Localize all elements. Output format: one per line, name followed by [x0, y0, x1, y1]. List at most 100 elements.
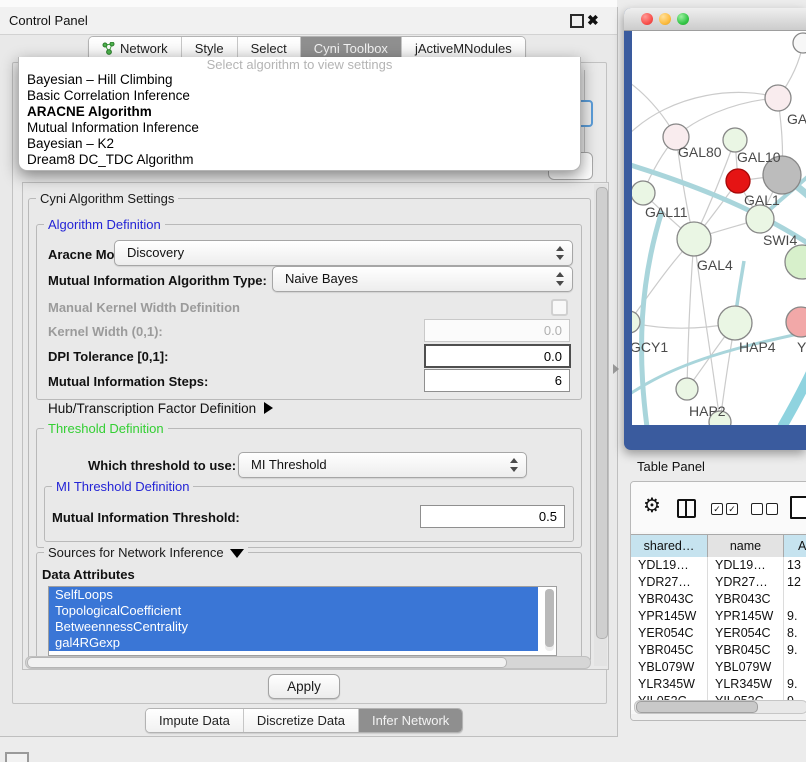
mi-steps-field[interactable]: 6 — [424, 369, 570, 392]
cell: 9. — [784, 608, 806, 625]
cell: 9. — [784, 642, 806, 659]
minimize-traffic-light[interactable] — [659, 13, 671, 25]
tab-label: Style — [195, 41, 224, 56]
node-gal4[interactable] — [677, 222, 711, 256]
node-gal1[interactable] — [746, 205, 774, 233]
cell: YDR27… — [708, 574, 784, 591]
table-row[interactable]: YDR27… YDR27… 12 — [631, 574, 806, 591]
node-hap4[interactable] — [718, 306, 752, 340]
group-title-threshold: Threshold Definition — [44, 421, 168, 436]
tab-infer-network[interactable]: Infer Network — [358, 709, 462, 732]
table-row[interactable]: YDL19… YDL19… 13 — [631, 557, 806, 574]
list-scrollbar-thumb[interactable] — [545, 589, 554, 647]
tab-label: Discretize Data — [257, 713, 345, 728]
cell: YDL19… — [631, 557, 708, 574]
network-graph[interactable]: GAL80 GAL10 GAL1 GAL11 GAL4 SWI4 GCY1 HA… — [632, 31, 806, 425]
sources-toggle[interactable]: Sources for Network Inference — [44, 545, 248, 560]
attributes-list[interactable]: SelfLoops TopologicalCoefficient Between… — [48, 586, 557, 656]
manual-kernel-checkbox[interactable] — [551, 299, 568, 316]
column-header-name[interactable]: name — [708, 535, 784, 557]
node-gal11[interactable] — [632, 181, 655, 205]
close-icon[interactable]: ✖ — [587, 11, 599, 29]
tab-label: Impute Data — [159, 713, 230, 728]
settings-scrollbar-thumb[interactable] — [596, 187, 608, 639]
which-threshold-label: Which threshold to use: — [88, 458, 236, 473]
popup-item[interactable]: Dream8 DC_TDC Algorithm — [19, 152, 580, 168]
algorithm-dropdown-popup: Select algorithm to view settings Bayesi… — [18, 57, 581, 171]
settings-hscrollbar-track[interactable] — [25, 656, 591, 669]
cell: YLR345W — [708, 676, 784, 693]
node-gal7[interactable] — [765, 85, 791, 111]
select-all-checkbox-icon[interactable]: ✓ — [711, 503, 723, 515]
network-view-window: GAL80 GAL10 GAL1 GAL11 GAL4 SWI4 GCY1 HA… — [624, 8, 806, 450]
deselect-checkbox-icon[interactable] — [766, 503, 778, 515]
node-gcy1[interactable] — [632, 311, 640, 333]
table-row[interactable]: YPR145W YPR145W 9. — [631, 608, 806, 625]
list-item[interactable]: BetweennessCentrality — [49, 619, 538, 635]
tab-impute-data[interactable]: Impute Data — [146, 709, 243, 732]
tab-label: Select — [251, 41, 287, 56]
column-view-icon[interactable] — [677, 499, 696, 518]
float-window-icon[interactable] — [570, 14, 584, 28]
node-label-gal4: GAL4 — [697, 257, 733, 273]
zoom-traffic-light[interactable] — [677, 13, 689, 25]
select-all-checkbox-icon[interactable]: ✓ — [726, 503, 738, 515]
popup-item-selected[interactable]: ARACNE Algorithm — [19, 104, 580, 120]
cell: YDR27… — [631, 574, 708, 591]
kernel-width-field[interactable]: 0.0 — [424, 319, 570, 342]
node-selected-red[interactable] — [726, 169, 750, 193]
list-item[interactable]: TopologicalCoefficient — [49, 603, 538, 619]
mi-type-select[interactable]: Naive Bayes — [272, 266, 573, 292]
stepper-icon — [555, 246, 563, 260]
deselect-checkbox-icon[interactable] — [751, 503, 763, 515]
aracne-mode-select[interactable]: Discovery — [114, 240, 573, 266]
network-canvas[interactable]: GAL80 GAL10 GAL1 GAL11 GAL4 SWI4 GCY1 HA… — [632, 31, 806, 425]
node-unlabeled-top[interactable] — [793, 33, 806, 53]
expand-right-icon — [264, 402, 273, 414]
node-label-swi4: SWI4 — [763, 232, 797, 248]
node-hap2[interactable] — [676, 378, 698, 400]
hub-definition-toggle[interactable]: Hub/Transcription Factor Definition — [48, 401, 273, 416]
mi-threshold-field[interactable]: 0.5 — [420, 505, 565, 528]
settings-hscrollbar-thumb[interactable] — [27, 657, 507, 668]
gear-icon[interactable]: ⚙ — [643, 495, 661, 517]
group-title-mi-threshold: MI Threshold Definition — [52, 479, 193, 494]
list-scrollbar-track[interactable] — [545, 589, 554, 651]
table-row[interactable]: YBR045C YBR045C 9. — [631, 642, 806, 659]
cell: YDL19… — [708, 557, 784, 574]
cell: YBR043C — [631, 591, 708, 608]
tab-discretize-data[interactable]: Discretize Data — [243, 709, 358, 732]
table-row[interactable]: YLR345W YLR345W 9. — [631, 676, 806, 693]
column-header-clipped[interactable]: A — [784, 535, 806, 557]
node-swi4[interactable] — [785, 245, 806, 279]
popup-item[interactable]: Bayesian – Hill Climbing — [19, 72, 580, 88]
table-hscrollbar-track[interactable] — [634, 700, 806, 714]
document-icon[interactable] — [790, 496, 806, 519]
which-threshold-select[interactable]: MI Threshold — [238, 452, 527, 478]
collapse-down-icon — [230, 549, 244, 558]
minimized-window-stub[interactable] — [5, 752, 29, 762]
network-window-titlebar[interactable] — [624, 8, 806, 31]
cell: YBL079W — [631, 659, 708, 676]
table-row[interactable]: YBL079W YBL079W — [631, 659, 806, 676]
table-hscrollbar-thumb[interactable] — [636, 701, 758, 713]
apply-button[interactable]: Apply — [268, 674, 340, 699]
list-item[interactable]: gal4RGexp — [49, 635, 538, 651]
popup-item[interactable]: Mutual Information Inference — [19, 120, 580, 136]
node-salmon[interactable] — [786, 307, 806, 337]
popup-item[interactable]: Bayesian – K2 — [19, 136, 580, 152]
node-label-gal-clipped: GAL — [787, 111, 806, 127]
dpi-tolerance-field[interactable]: 0.0 — [424, 344, 571, 368]
cell: YBR043C — [708, 591, 784, 608]
column-header-shared-name[interactable]: shared… — [631, 535, 708, 557]
popup-item[interactable]: Basic Correlation Inference — [19, 88, 580, 104]
hub-definition-label: Hub/Transcription Factor Definition — [48, 401, 256, 416]
list-item[interactable]: SelfLoops — [49, 587, 538, 603]
close-traffic-light[interactable] — [641, 13, 653, 25]
panel-resize-handle[interactable] — [613, 364, 619, 374]
cell: YBR045C — [631, 642, 708, 659]
table-row[interactable]: YBR043C YBR043C — [631, 591, 806, 608]
manual-kernel-label: Manual Kernel Width Definition — [48, 300, 240, 315]
table-row[interactable]: YER054C YER054C 8. — [631, 625, 806, 642]
mi-steps-label: Mutual Information Steps: — [48, 374, 208, 389]
